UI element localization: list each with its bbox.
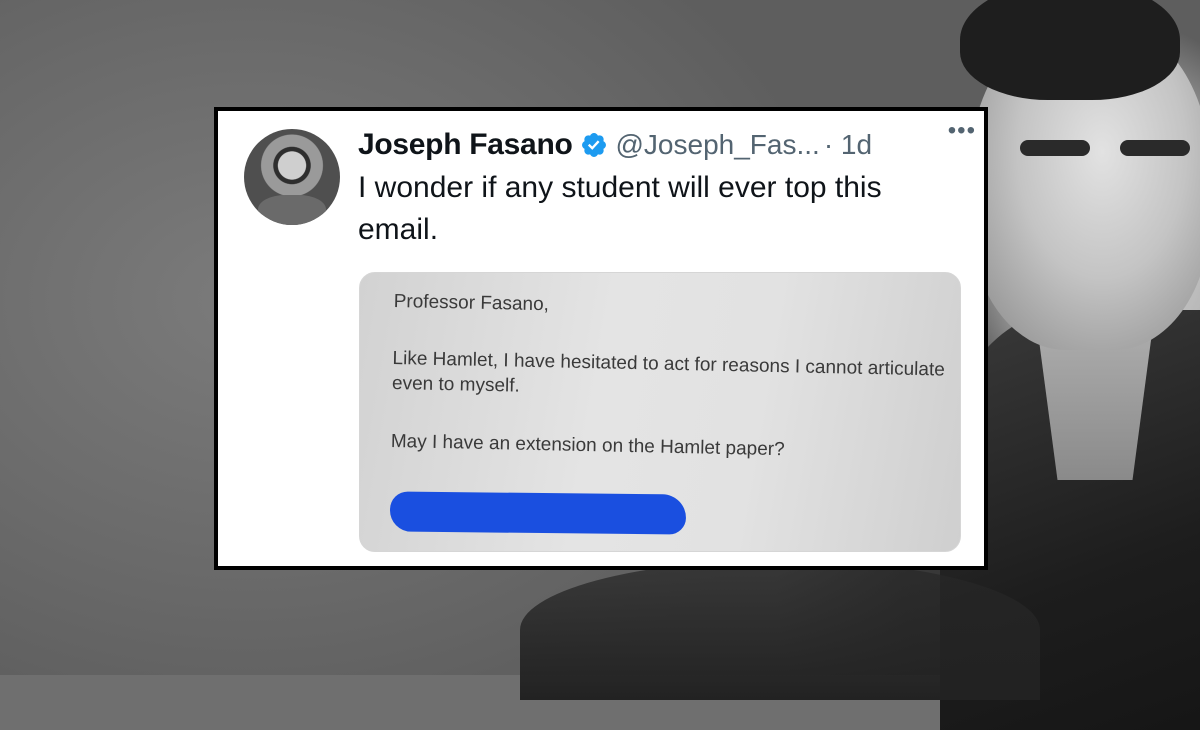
tweet-media-image[interactable]: Professor Fasano, Like Hamlet, I have he… — [359, 272, 961, 552]
tweet-text: I wonder if any student will ever top th… — [358, 171, 882, 246]
author-avatar[interactable] — [244, 129, 340, 225]
tweet-header: Joseph Fasano @Joseph_Fas... · 1d — [358, 125, 964, 165]
email-screenshot: Professor Fasano, Like Hamlet, I have he… — [390, 289, 954, 499]
author-name[interactable]: Joseph Fasano — [358, 128, 573, 162]
tweet-timestamp[interactable]: · 1d — [824, 129, 872, 161]
email-paragraph-2: May I have an extension on the Hamlet pa… — [390, 430, 785, 461]
email-greeting: Professor Fasano, — [393, 290, 550, 316]
verified-badge-icon — [581, 133, 606, 157]
more-options-icon[interactable]: ••• — [948, 117, 976, 145]
background-robe — [520, 560, 1040, 700]
email-paragraph-1: Like Hamlet, I have hesitated to act for… — [391, 347, 946, 397]
tweet-card[interactable]: Joseph Fasano @Joseph_Fas... · 1d ••• I … — [214, 107, 988, 570]
redacted-signature — [389, 491, 687, 535]
author-handle[interactable]: @Joseph_Fas... — [616, 129, 820, 161]
